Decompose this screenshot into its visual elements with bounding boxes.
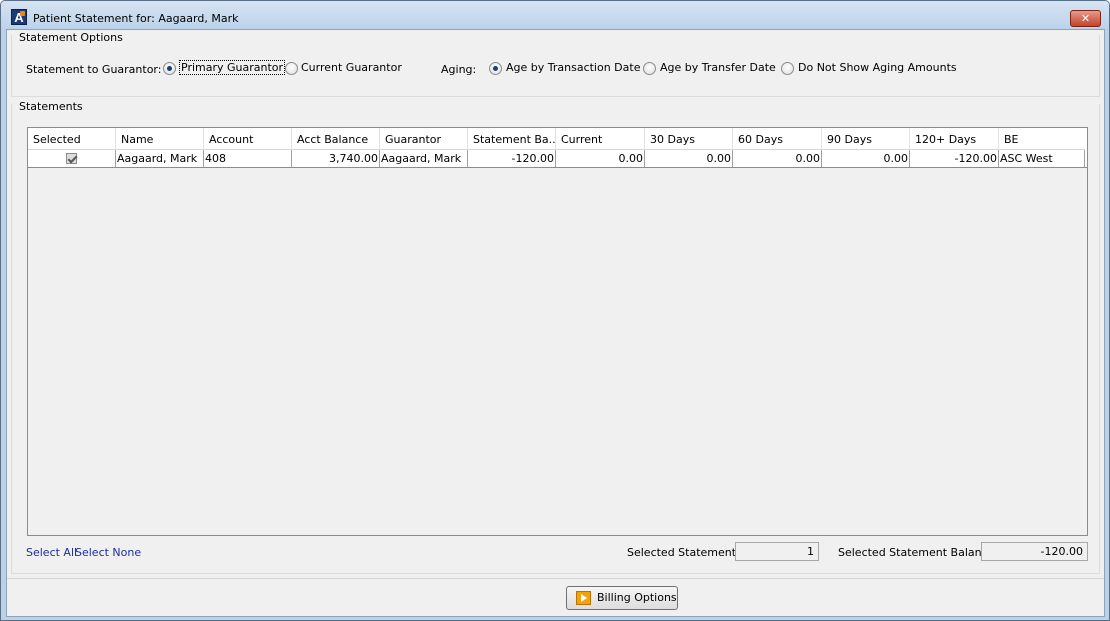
column-header-30-days[interactable]: 30 Days bbox=[645, 128, 733, 150]
select-none-link[interactable]: Select None bbox=[75, 546, 141, 559]
column-header-120-plus-days[interactable]: 120+ Days bbox=[910, 128, 999, 150]
column-header-90-days[interactable]: 90 Days bbox=[822, 128, 910, 150]
column-header-guarantor[interactable]: Guarantor bbox=[380, 128, 468, 150]
billing-options-button[interactable]: Billing Options bbox=[566, 586, 678, 610]
row-30-days-cell: 0.00 bbox=[645, 150, 733, 167]
row-acct-balance-cell: 3,740.00 bbox=[292, 150, 380, 167]
do-not-show-aging-radio[interactable] bbox=[781, 62, 794, 75]
row-selected-checkbox[interactable] bbox=[66, 152, 77, 164]
age-by-transaction-date-label[interactable]: Age by Transaction Date bbox=[506, 61, 640, 74]
window-title: Patient Statement for: Aagaard, Mark bbox=[33, 12, 239, 25]
selected-statements-field: 1 bbox=[735, 542, 819, 561]
age-by-transfer-date-radio[interactable] bbox=[643, 62, 656, 75]
do-not-show-aging-label[interactable]: Do Not Show Aging Amounts bbox=[798, 61, 957, 74]
age-by-transaction-date-radio[interactable] bbox=[489, 62, 502, 75]
column-header-name[interactable]: Name bbox=[116, 128, 204, 150]
play-icon bbox=[576, 591, 591, 605]
row-statement-balance-cell: -120.00 bbox=[468, 150, 556, 167]
column-header-acct-balance[interactable]: Acct Balance bbox=[292, 128, 380, 150]
row-current-cell: 0.00 bbox=[556, 150, 645, 167]
row-account-cell: 408 bbox=[204, 150, 292, 167]
title-bar[interactable]: A Patient Statement for: Aagaard, Mark ✕ bbox=[1, 1, 1109, 29]
column-header-be[interactable]: BE bbox=[999, 128, 1085, 150]
table-row[interactable]: Aagaard, Mark 408 3,740.00 Aagaard, Mark… bbox=[28, 150, 1087, 168]
divider bbox=[7, 578, 1104, 579]
row-guarantor-cell: Aagaard, Mark bbox=[380, 150, 468, 167]
guarantor-label: Statement to Guarantor: bbox=[26, 63, 162, 76]
close-button[interactable]: ✕ bbox=[1070, 10, 1101, 27]
column-header-60-days[interactable]: 60 Days bbox=[733, 128, 822, 150]
select-all-link[interactable]: Select All bbox=[26, 546, 77, 559]
grid-header: Selected Name Account Acct Balance Guara… bbox=[28, 128, 1087, 150]
current-guarantor-radio[interactable] bbox=[285, 62, 298, 75]
primary-guarantor-radio[interactable] bbox=[163, 62, 176, 75]
primary-guarantor-label[interactable]: Primary Guarantor bbox=[179, 60, 286, 75]
row-selected-cell[interactable] bbox=[28, 150, 116, 167]
patient-statement-window: A Patient Statement for: Aagaard, Mark ✕… bbox=[0, 0, 1110, 621]
row-90-days-cell: 0.00 bbox=[822, 150, 910, 167]
statements-title: Statements bbox=[19, 100, 86, 113]
app-logo-icon: A bbox=[11, 9, 27, 25]
column-header-account[interactable]: Account bbox=[204, 128, 292, 150]
current-guarantor-label[interactable]: Current Guarantor bbox=[301, 61, 402, 74]
row-name-cell: Aagaard, Mark bbox=[116, 150, 204, 167]
column-header-current[interactable]: Current bbox=[556, 128, 645, 150]
dialog-body: Statement Options Statement to Guarantor… bbox=[6, 29, 1105, 617]
column-header-selected[interactable]: Selected bbox=[28, 128, 116, 150]
statement-options-title: Statement Options bbox=[19, 31, 126, 44]
row-60-days-cell: 0.00 bbox=[733, 150, 822, 167]
selected-balance-label: Selected Statement Balance: bbox=[838, 546, 999, 559]
selected-balance-field: -120.00 bbox=[981, 542, 1088, 561]
age-by-transfer-date-label[interactable]: Age by Transfer Date bbox=[660, 61, 776, 74]
aging-label: Aging: bbox=[441, 63, 477, 76]
row-be-cell: ASC West bbox=[999, 150, 1085, 167]
row-120-plus-days-cell: -120.00 bbox=[910, 150, 999, 167]
column-header-statement-balance[interactable]: Statement Ba... bbox=[468, 128, 556, 150]
billing-options-label: Billing Options bbox=[597, 591, 677, 604]
selected-statements-label: Selected Statements: bbox=[627, 546, 746, 559]
statements-grid[interactable]: Selected Name Account Acct Balance Guara… bbox=[27, 127, 1088, 536]
